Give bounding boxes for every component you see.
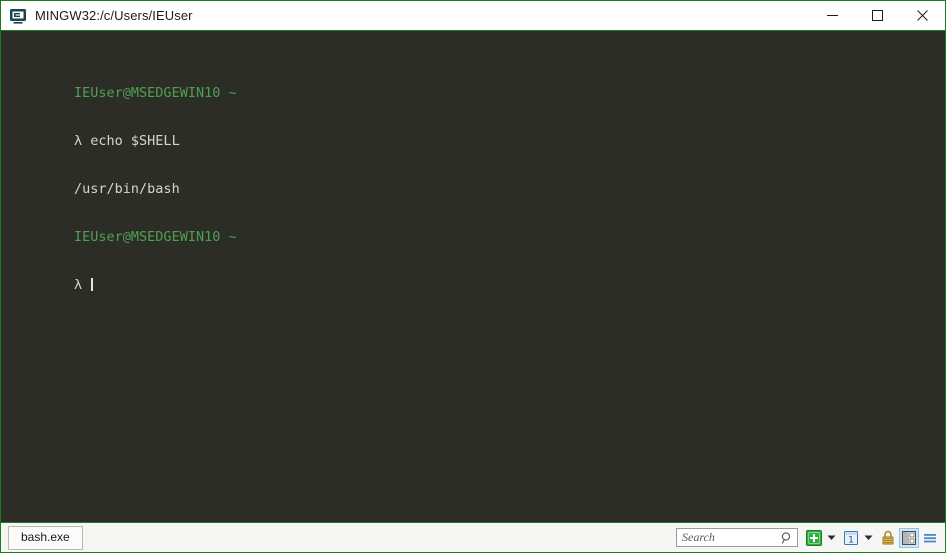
lock-icon	[880, 530, 896, 546]
split-pane-button[interactable]	[899, 527, 919, 548]
terminal-window: MINGW32:/c/Users/IEUser IEUser@MSEDGEWIN…	[0, 0, 946, 553]
terminal-app-icon	[9, 7, 27, 25]
window-title: MINGW32:/c/Users/IEUser	[35, 8, 193, 23]
terminal-line-text: /usr/bin/bash	[74, 181, 180, 197]
window-dropdown[interactable]	[862, 528, 875, 548]
window-controls	[810, 1, 945, 30]
magnifier-icon[interactable]	[780, 531, 794, 545]
search-box[interactable]	[676, 528, 798, 547]
hamburger-menu-icon	[922, 530, 938, 546]
menu-button[interactable]	[920, 528, 940, 548]
terminal-screen[interactable]: IEUser@MSEDGEWIN10 ~ λ echo $SHELL /usr/…	[1, 31, 945, 522]
close-button[interactable]	[900, 1, 945, 30]
terminal-line: λ echo $SHELL	[9, 117, 945, 149]
terminal-cursor	[91, 278, 94, 291]
chevron-down-icon	[827, 535, 836, 540]
search-input[interactable]	[677, 530, 797, 545]
title-bar: MINGW32:/c/Users/IEUser	[1, 1, 945, 31]
window-number-button[interactable]: 1	[841, 528, 861, 548]
terminal-prompt-line: λ	[9, 261, 945, 293]
terminal-line: /usr/bin/bash	[9, 165, 945, 197]
minimize-icon	[827, 15, 838, 16]
maximize-icon	[872, 10, 883, 21]
close-icon	[917, 10, 928, 21]
terminal-output: IEUser@MSEDGEWIN10 ~ λ echo $SHELL /usr/…	[9, 37, 945, 309]
minimize-button[interactable]	[810, 1, 855, 30]
terminal-line-text: λ	[74, 277, 91, 293]
terminal-line-text: λ echo $SHELL	[74, 133, 180, 149]
terminal-line-text: IEUser@MSEDGEWIN10 ~	[74, 85, 237, 101]
maximize-button[interactable]	[855, 1, 900, 30]
tab-bash-exe[interactable]: bash.exe	[8, 525, 83, 550]
terminal-line: IEUser@MSEDGEWIN10 ~	[9, 69, 945, 101]
svg-text:1: 1	[848, 535, 854, 545]
lock-button[interactable]	[878, 528, 898, 548]
terminal-line: IEUser@MSEDGEWIN10 ~	[9, 213, 945, 245]
chevron-down-icon	[864, 535, 873, 540]
window-one-icon: 1	[843, 530, 859, 546]
split-pane-icon	[901, 530, 917, 546]
status-bar: bash.exe Search 1	[1, 522, 945, 552]
new-tab-button[interactable]	[804, 528, 824, 548]
terminal-line-text: IEUser@MSEDGEWIN10 ~	[74, 229, 237, 245]
new-tab-dropdown[interactable]	[825, 528, 838, 548]
green-plus-icon	[806, 529, 822, 546]
